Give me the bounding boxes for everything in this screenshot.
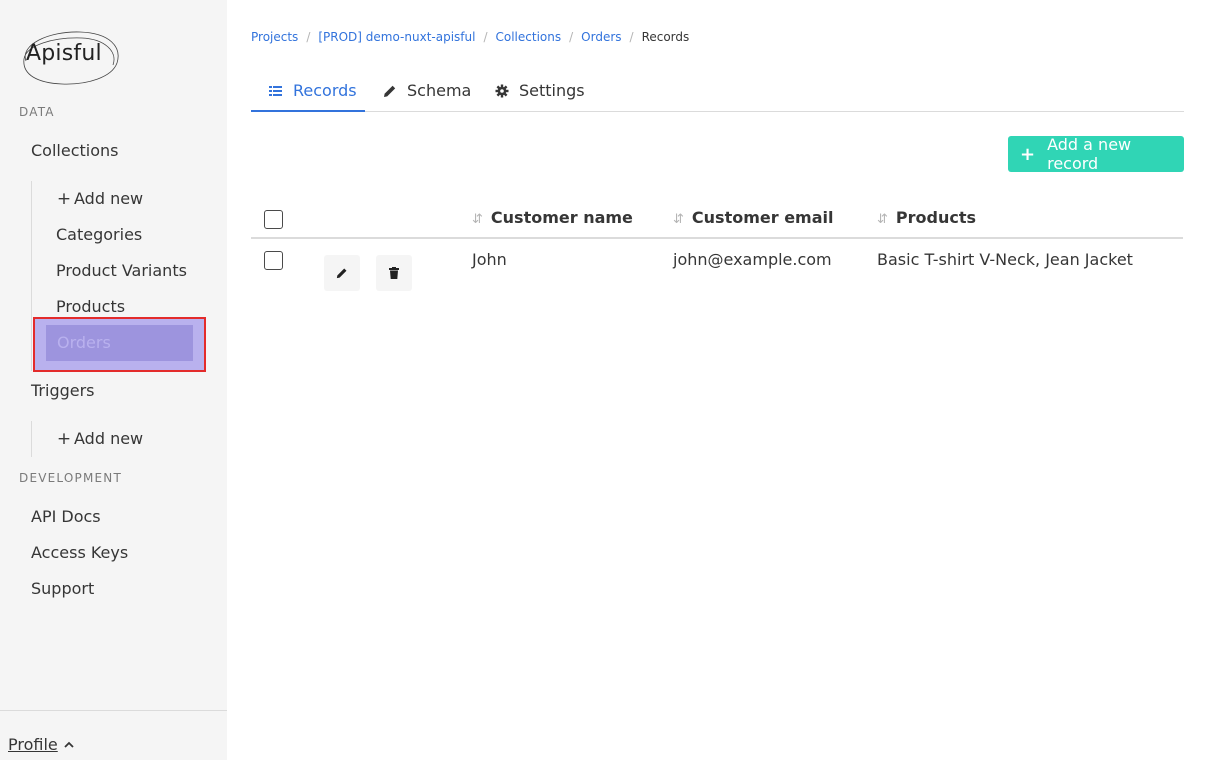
breadcrumb-project[interactable]: [PROD] demo-nuxt-apisful (318, 30, 475, 44)
sidebar: Apisful Data Collections + Add new Catego… (0, 0, 227, 760)
tab-schema[interactable]: Schema (383, 74, 471, 112)
sort-icon: ⇵ (472, 212, 483, 227)
breadcrumb-separator: / (306, 30, 311, 44)
sidebar-item-access-keys[interactable]: Access Keys (31, 543, 128, 563)
breadcrumb-separator: / (483, 30, 488, 44)
edit-record-button[interactable] (324, 255, 360, 291)
breadcrumb-separator: / (629, 30, 634, 44)
menu-label-data: Data (19, 105, 55, 119)
plus-icon: + (56, 429, 72, 449)
menu-label-development: Development (19, 471, 122, 485)
submenu-divider (31, 421, 32, 457)
breadcrumb-collections[interactable]: Collections (496, 30, 562, 44)
app-logo[interactable]: Apisful (18, 27, 120, 87)
add-new-record-button[interactable]: + Add a new record (1008, 135, 1184, 173)
trash-icon (389, 267, 399, 279)
sidebar-item-categories[interactable]: Categories (56, 225, 142, 245)
sidebar-item-triggers[interactable]: Triggers (31, 381, 95, 401)
cell-products: Basic T-shirt V-Neck, Jean Jacket (877, 250, 1133, 269)
sidebar-item-api-docs[interactable]: API Docs (31, 507, 101, 527)
sidebar-item-collections[interactable]: Collections (31, 141, 118, 161)
collections-add-new-label: Add new (74, 189, 144, 208)
delete-record-button[interactable] (376, 255, 412, 291)
sidebar-item-orders[interactable]: Orders (46, 325, 193, 361)
chevron-up-icon[interactable] (64, 740, 74, 750)
column-customer-name-label: Customer name (490, 208, 633, 227)
sort-icon: ⇵ (673, 212, 684, 227)
orders-selection-highlight: Orders (33, 317, 206, 372)
triggers-add-new-label: Add new (74, 429, 144, 448)
breadcrumb-orders[interactable]: Orders (581, 30, 621, 44)
cell-customer-name: John (472, 250, 507, 269)
pencil-icon (336, 268, 347, 279)
sidebar-item-support[interactable]: Support (31, 579, 94, 599)
collections-add-new[interactable]: + Add new (56, 189, 143, 209)
add-new-record-label: Add a new record (1047, 135, 1132, 173)
gear-icon (495, 84, 509, 98)
tab-settings[interactable]: Settings (495, 74, 585, 112)
column-customer-email-label: Customer email (691, 208, 834, 227)
plus-icon: + (1020, 143, 1036, 165)
list-icon (269, 86, 282, 96)
profile-link[interactable]: Profile (8, 735, 58, 754)
breadcrumb-separator: / (569, 30, 574, 44)
tabs: Records Schema Settings (251, 74, 1184, 112)
column-header-products[interactable]: ⇵ Products (877, 208, 976, 227)
tab-schema-label: Schema (407, 81, 472, 100)
column-products-label: Products (895, 208, 977, 227)
triggers-add-new[interactable]: + Add new (56, 429, 143, 449)
submenu-divider (31, 181, 32, 371)
tab-records-label: Records (293, 81, 357, 100)
pencil-icon (384, 85, 396, 97)
cell-customer-email: john@example.com (673, 250, 832, 269)
breadcrumb-projects[interactable]: Projects (251, 30, 298, 44)
column-header-customer-name[interactable]: ⇵ Customer name (472, 208, 633, 227)
sidebar-item-products[interactable]: Products (56, 297, 125, 317)
sidebar-item-product-variants[interactable]: Product Variants (56, 261, 187, 281)
sort-icon: ⇵ (877, 212, 888, 227)
breadcrumb-current: Records (641, 30, 690, 44)
select-all-checkbox[interactable] (264, 210, 283, 229)
column-header-customer-email[interactable]: ⇵ Customer email (673, 208, 833, 227)
sidebar-footer-divider (0, 710, 227, 711)
breadcrumb: Projects / [PROD] demo-nuxt-apisful / Collec… (251, 30, 689, 44)
row-checkbox[interactable] (264, 251, 283, 270)
logo-text: Apisful (26, 41, 102, 66)
tab-settings-label: Settings (519, 81, 585, 100)
plus-icon: + (56, 189, 72, 209)
table-header: ⇵ Customer name ⇵ Customer email ⇵ Products (251, 200, 1183, 239)
tab-records[interactable]: Records (251, 74, 365, 112)
